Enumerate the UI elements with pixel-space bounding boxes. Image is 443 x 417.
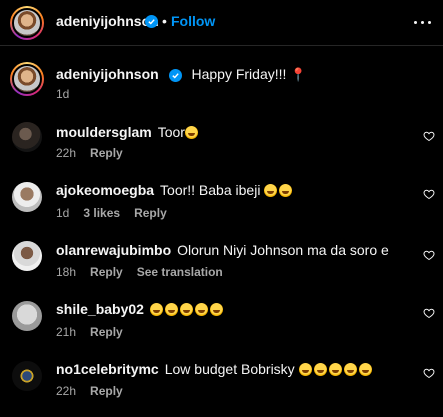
commenter-avatar[interactable] xyxy=(12,301,42,331)
comment-meta: 1d 3 likes Reply xyxy=(56,206,181,220)
caption-avatar[interactable] xyxy=(10,62,44,96)
laughing-emoji-icon xyxy=(358,363,372,376)
laughing-emoji-icon xyxy=(313,363,327,376)
caption-time[interactable]: 1d xyxy=(56,87,69,101)
comment-likes[interactable]: 3 likes xyxy=(83,206,120,220)
comment-item: olanrewajubimbo Olorun Niyi Johnson ma da… xyxy=(0,237,443,281)
comment-meta: 21h Reply xyxy=(56,325,137,339)
like-heart-icon[interactable] xyxy=(423,307,435,319)
comment-time[interactable]: 22h xyxy=(56,384,76,398)
comment-item: ajokeomoegba Toor!! Baba ibeji 1d 3 likes R… xyxy=(0,178,443,222)
comment-line: olanrewajubimbo Olorun Niyi Johnson ma da… xyxy=(56,242,389,258)
comment-text: Toor!! Baba ibeji xyxy=(160,182,261,198)
comment-line: mouldersglam Toor xyxy=(56,124,200,140)
comment-line: shile_baby02 xyxy=(56,301,225,317)
comment-meta: 18h Reply See translation xyxy=(56,265,237,279)
comment-time[interactable]: 21h xyxy=(56,325,76,339)
like-heart-icon[interactable] xyxy=(423,249,435,261)
commenter-avatar[interactable] xyxy=(12,122,42,152)
comment-time[interactable]: 18h xyxy=(56,265,76,279)
comment-username[interactable]: mouldersglam xyxy=(56,124,152,140)
comment-time[interactable]: 22h xyxy=(56,146,76,160)
comment-item: mouldersglam Toor 22h Reply xyxy=(0,118,443,162)
laughing-emoji-icon xyxy=(194,303,208,316)
follow-button[interactable]: Follow xyxy=(171,13,215,29)
comment-username[interactable]: ajokeomoegba xyxy=(56,182,154,198)
reply-button[interactable]: Reply xyxy=(90,325,123,339)
comment-text: Toor xyxy=(157,124,185,140)
comment-item: no1celebritymc Low budget Bobrisky 22h Rep… xyxy=(0,357,443,401)
like-heart-icon[interactable] xyxy=(423,188,435,200)
caption-username[interactable]: adeniyijohnson xyxy=(56,66,159,82)
laughing-emoji-icon xyxy=(264,184,278,197)
comment-meta: 22h Reply xyxy=(56,146,137,160)
comment-username[interactable]: no1celebritymc xyxy=(56,361,159,377)
author-avatar[interactable] xyxy=(10,6,44,40)
reply-button[interactable]: Reply xyxy=(90,146,123,160)
post-header: adeniyijohnson • Follow xyxy=(0,0,443,46)
like-heart-icon[interactable] xyxy=(423,130,435,142)
pushpin-icon: 📍 xyxy=(290,67,307,82)
author-username[interactable]: adeniyijohnson xyxy=(56,13,159,29)
comment-line: no1celebritymc Low budget Bobrisky xyxy=(56,361,374,377)
laughing-emoji-icon xyxy=(209,303,223,316)
verified-badge-icon xyxy=(145,15,158,28)
laughing-emoji-icon xyxy=(343,363,357,376)
laughing-emoji-icon xyxy=(179,303,193,316)
laughing-emoji-icon xyxy=(328,363,342,376)
comment-text: Olorun Niyi Johnson ma da soro e xyxy=(177,242,389,258)
comment-line: ajokeomoegba Toor!! Baba ibeji xyxy=(56,182,294,198)
laughing-emoji-icon xyxy=(149,303,163,316)
laughing-emoji-icon xyxy=(184,126,198,139)
comment-text: Low budget Bobrisky xyxy=(164,361,295,377)
commenter-avatar[interactable] xyxy=(12,241,42,271)
verified-badge-icon xyxy=(168,69,182,82)
like-heart-icon[interactable] xyxy=(423,367,435,379)
commenter-avatar[interactable] xyxy=(12,182,42,212)
caption-line: adeniyijohnson Happy Friday!!! 📍 xyxy=(56,66,306,83)
separator-dot: • xyxy=(162,13,167,29)
see-translation-button[interactable]: See translation xyxy=(137,265,223,279)
comment-username[interactable]: shile_baby02 xyxy=(56,301,144,317)
comment-item: shile_baby02 21h Reply xyxy=(0,297,443,341)
laughing-emoji-icon xyxy=(164,303,178,316)
more-options-icon[interactable] xyxy=(413,12,433,32)
comment-username[interactable]: olanrewajubimbo xyxy=(56,242,171,258)
reply-button[interactable]: Reply xyxy=(134,206,167,220)
comment-meta: 22h Reply xyxy=(56,384,137,398)
reply-button[interactable]: Reply xyxy=(90,384,123,398)
reply-button[interactable]: Reply xyxy=(90,265,123,279)
caption-text: Happy Friday!!! xyxy=(191,66,287,82)
laughing-emoji-icon xyxy=(298,363,312,376)
comment-time[interactable]: 1d xyxy=(56,206,69,220)
caption-meta: 1d xyxy=(56,87,83,101)
commenter-avatar[interactable] xyxy=(12,361,42,391)
post-caption: adeniyijohnson Happy Friday!!! 📍 1d xyxy=(0,60,443,104)
laughing-emoji-icon xyxy=(279,184,293,197)
